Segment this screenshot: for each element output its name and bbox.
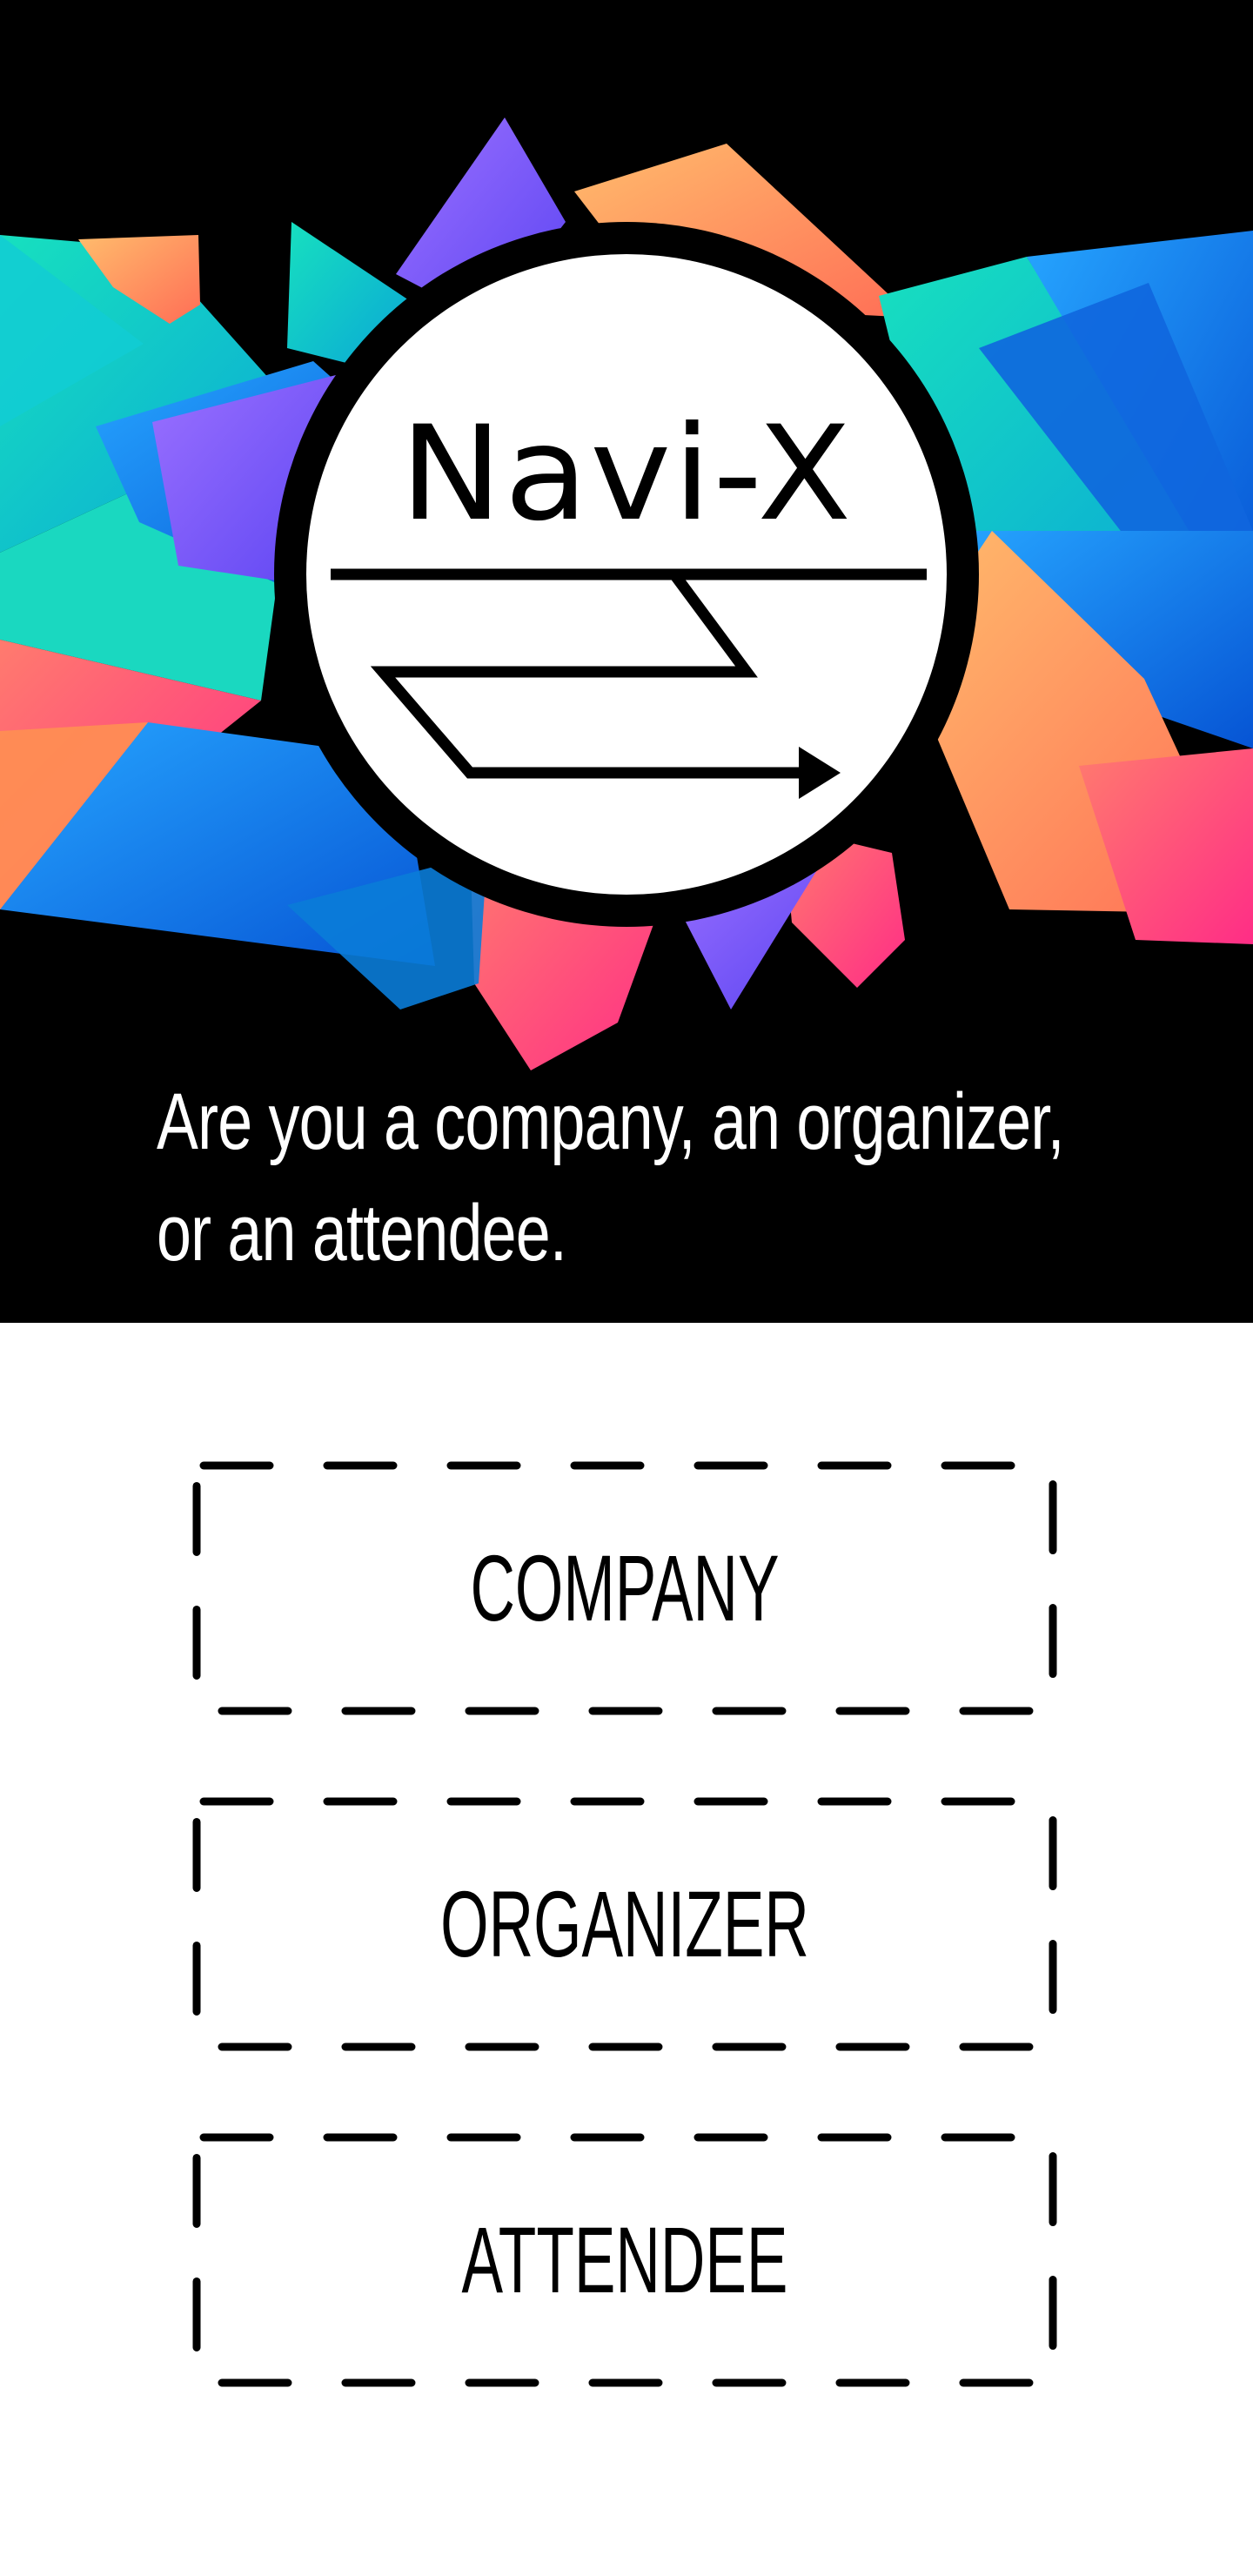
logo-badge [274,222,979,927]
organizer-button[interactable]: ORGANIZER [192,1797,1057,2051]
attendee-label: ATTENDEE [461,2207,788,2312]
organizer-label: ORGANIZER [440,1871,809,1976]
role-choice-list: COMPANY ORGANIZER ATTENDEE [0,1323,1253,2576]
company-label: COMPANY [470,1535,780,1640]
logo-title: Navi-X [399,399,854,550]
hero-section: Navi-X Are you a company, an organizer, o… [0,0,1253,1323]
attendee-button[interactable]: ATTENDEE [192,2133,1057,2387]
company-button[interactable]: COMPANY [192,1461,1057,1715]
role-prompt: Are you a company, an organizer, or an at… [157,1077,1065,1278]
